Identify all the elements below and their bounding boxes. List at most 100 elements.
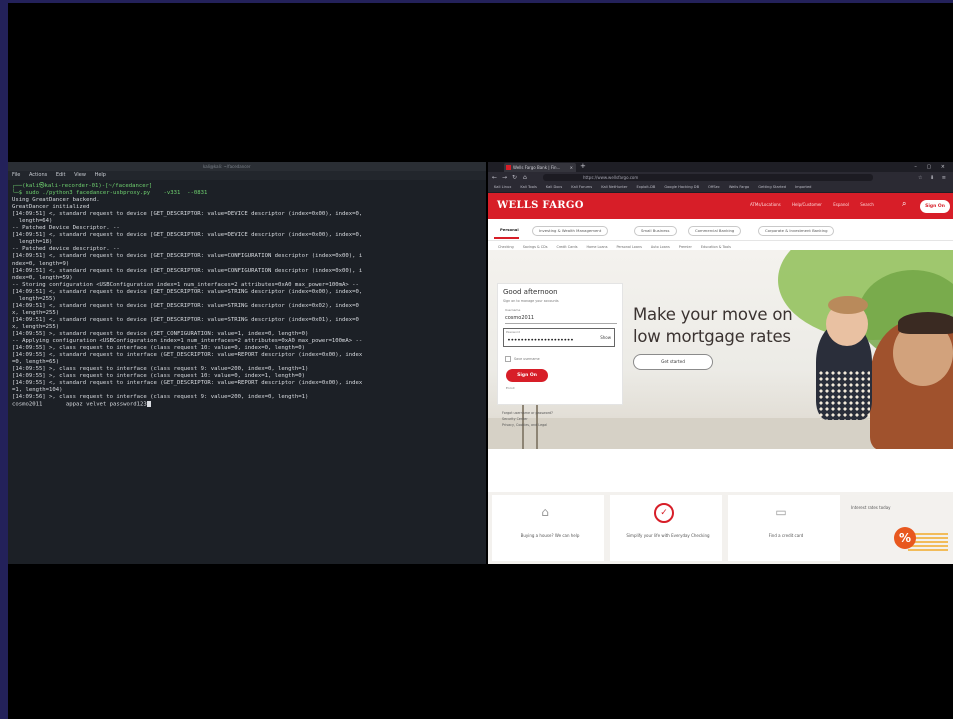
bookmark-item[interactable]: Google Hacking DB bbox=[664, 185, 699, 189]
credit-card-icon: ▭ bbox=[775, 505, 787, 519]
tab-personal[interactable]: Personal bbox=[494, 226, 525, 234]
nav-atms[interactable]: ATMs/Locations bbox=[750, 202, 781, 207]
sign-on-card: Good afternoon Sign on to manage your ac… bbox=[497, 283, 623, 405]
nav-espanol[interactable]: Espanol bbox=[833, 202, 849, 207]
back-icon[interactable]: ← bbox=[492, 173, 497, 183]
bookmark-item[interactable]: Kali NetHunter bbox=[601, 185, 627, 189]
terminal-line: [14:09:55] >, class request to interface… bbox=[12, 345, 482, 352]
card-interest-rates[interactable]: Interest rates today % bbox=[846, 495, 953, 561]
extensions-icon[interactable]: ☆ ⬇ ≡ bbox=[918, 173, 949, 183]
terminal-line: -- Applying configuration <USBConfigurat… bbox=[12, 338, 482, 345]
card-credit-card[interactable]: ▭ Find a credit card bbox=[728, 495, 840, 561]
bookmark-item[interactable]: Kali Linux bbox=[494, 185, 511, 189]
terminal-line-text: length=255) bbox=[12, 295, 56, 302]
show-password-link[interactable]: Show bbox=[600, 335, 611, 340]
browser-window[interactable]: Wells Fargo Bank | Fin... × + – ▢ × ← → … bbox=[488, 162, 953, 564]
subnav-item[interactable]: Education & Tools bbox=[701, 245, 731, 249]
privacy-link[interactable]: Privacy, Cookies, and Legal bbox=[502, 422, 553, 428]
checkbox-icon[interactable] bbox=[505, 356, 511, 362]
terminal-output[interactable]: ┌──(kali㉿kali-recorder-01)-[~/facedancer… bbox=[8, 180, 486, 412]
card-text: Buying a house? We can help bbox=[520, 533, 580, 538]
terminal-line-text: ndex=0, length=59) bbox=[12, 274, 73, 281]
browser-tab[interactable]: Wells Fargo Bank | Fin... × bbox=[504, 163, 576, 172]
subnav-item[interactable]: Checking bbox=[498, 245, 514, 249]
menu-edit[interactable]: Edit bbox=[56, 172, 66, 178]
bookmark-item[interactable]: Kali Docs bbox=[546, 185, 562, 189]
nav-help[interactable]: Help/Customer bbox=[792, 202, 822, 207]
menu-help[interactable]: Help bbox=[95, 172, 106, 178]
terminal-line: length=255) bbox=[12, 296, 482, 303]
bookmark-item[interactable]: Wells Fargo bbox=[729, 185, 749, 189]
subnav-item[interactable]: Premier bbox=[679, 245, 692, 249]
terminal-line: [14:09:51] <, standard request to device… bbox=[12, 211, 482, 218]
greeting: Good afternoon bbox=[503, 288, 558, 296]
terminal-line: ndex=0, length=59) bbox=[12, 275, 482, 282]
save-username-label: Save username bbox=[514, 357, 540, 361]
terminal-line-text: -- Patched Device Descriptor. -- bbox=[12, 225, 120, 232]
tab-small-business[interactable]: Small Business bbox=[634, 226, 677, 236]
terminal-line-text: length=64) bbox=[12, 218, 53, 225]
terminal-line-text: [14:09:55] >, standard request to device… bbox=[12, 330, 309, 337]
terminal-line: [14:09:55] <, standard request to interf… bbox=[12, 352, 482, 359]
username-field[interactable]: cosmo2011 bbox=[505, 314, 617, 324]
terminal-line-text: -- Patched device descriptor. -- bbox=[12, 246, 120, 253]
menu-view[interactable]: View bbox=[74, 172, 86, 178]
menu-file[interactable]: File bbox=[12, 172, 20, 178]
terminal-title: kali@kali: ~/facedancer bbox=[203, 164, 251, 169]
bookmark-item[interactable]: Kali Tools bbox=[520, 185, 537, 189]
terminal-line-text: ┌──(kali㉿kali-recorder-01)-[~/facedancer… bbox=[12, 183, 153, 189]
terminal-line: =1, length=104) bbox=[12, 387, 482, 394]
greeting-subtitle: Sign on to manage your accounts bbox=[503, 299, 559, 303]
wellsfargo-logo[interactable]: WELLS FARGO bbox=[497, 200, 584, 211]
terminal-line: └─$ sudo ./python3 facedancer-usbproxy.p… bbox=[12, 190, 482, 197]
password-field[interactable]: Password •••••••••••••••••••• Show bbox=[503, 328, 615, 347]
subnav-item[interactable]: Savings & CDs bbox=[523, 245, 548, 249]
home-icon[interactable]: ⌂ bbox=[523, 173, 527, 183]
tab-corporate[interactable]: Corporate & Investment Banking bbox=[758, 226, 835, 236]
subnav-item[interactable]: Auto Loans bbox=[651, 245, 670, 249]
new-tab-icon[interactable]: + bbox=[580, 162, 586, 171]
enroll-link[interactable]: Enroll bbox=[506, 386, 514, 390]
baby-hair bbox=[828, 296, 868, 314]
terminal-line-text: cosmo2011 appaz velvet password123 bbox=[12, 401, 147, 408]
subnav-item[interactable]: Credit Cards bbox=[556, 245, 577, 249]
bookmark-item[interactable]: Kali Forums bbox=[571, 185, 592, 189]
save-username-checkbox[interactable]: Save username bbox=[505, 356, 540, 362]
bookmark-item[interactable]: Getting Started bbox=[758, 185, 786, 189]
card-checking[interactable]: ✓ Simplify your life with Everyday Check… bbox=[610, 495, 722, 561]
subnav-item[interactable]: Personal Loans bbox=[616, 245, 641, 249]
wf-header: WELLS FARGO ATMs/Locations Help/Customer… bbox=[488, 193, 953, 219]
bookmark-item[interactable]: OffSec bbox=[708, 185, 720, 189]
terminal-line-text: x, length=255) bbox=[12, 309, 60, 316]
terminal-line-text: [14:09:51] <, standard request to device… bbox=[12, 267, 363, 274]
window-controls[interactable]: – ▢ × bbox=[914, 162, 949, 172]
terminal-line: -- Storing configuration <USBConfigurati… bbox=[12, 282, 482, 289]
reload-icon[interactable]: ↻ bbox=[512, 173, 517, 183]
father-hair bbox=[898, 312, 953, 334]
nav-search[interactable]: Search bbox=[860, 202, 874, 207]
terminal-line: [14:09:56] >, class request to interface… bbox=[12, 394, 482, 401]
card-buying-house[interactable]: ⌂ Buying a house? We can help bbox=[492, 495, 604, 561]
password-masked-value: •••••••••••••••••••• bbox=[507, 336, 574, 344]
password-label: Password bbox=[506, 330, 521, 334]
url-bar[interactable]: https://www.wellsfargo.com bbox=[543, 174, 873, 181]
search-icon[interactable]: ⌕ bbox=[902, 199, 906, 209]
terminal-line-text: [14:09:51] <, standard request to device… bbox=[12, 302, 359, 309]
terminal-line: [14:09:51] <, standard request to device… bbox=[12, 303, 482, 310]
wf-top-nav: ATMs/Locations Help/Customer Espanol Sea… bbox=[750, 202, 884, 207]
terminal-line-text: x, length=255) bbox=[12, 323, 60, 330]
get-started-button[interactable]: Get started bbox=[633, 354, 713, 370]
menu-actions[interactable]: Actions bbox=[29, 172, 47, 178]
terminal-line-text: [14:09:51] <, standard request to device… bbox=[12, 232, 363, 239]
bookmark-item[interactable]: Exploit-DB bbox=[637, 185, 656, 189]
tab-investing[interactable]: Investing & Wealth Management bbox=[532, 226, 609, 236]
forward-icon[interactable]: → bbox=[502, 173, 507, 183]
sign-on-button[interactable]: Sign On bbox=[506, 369, 548, 382]
terminal-line: [14:09:51] <, standard request to device… bbox=[12, 289, 482, 296]
bookmark-item[interactable]: Imported bbox=[795, 185, 811, 189]
terminal-window[interactable]: kali@kali: ~/facedancer File Actions Edi… bbox=[8, 162, 486, 564]
close-tab-icon[interactable]: × bbox=[570, 163, 573, 172]
subnav-item[interactable]: Home Loans bbox=[586, 245, 607, 249]
tab-commercial[interactable]: Commercial Banking bbox=[688, 226, 742, 236]
header-sign-on-button[interactable]: Sign On bbox=[920, 200, 950, 213]
